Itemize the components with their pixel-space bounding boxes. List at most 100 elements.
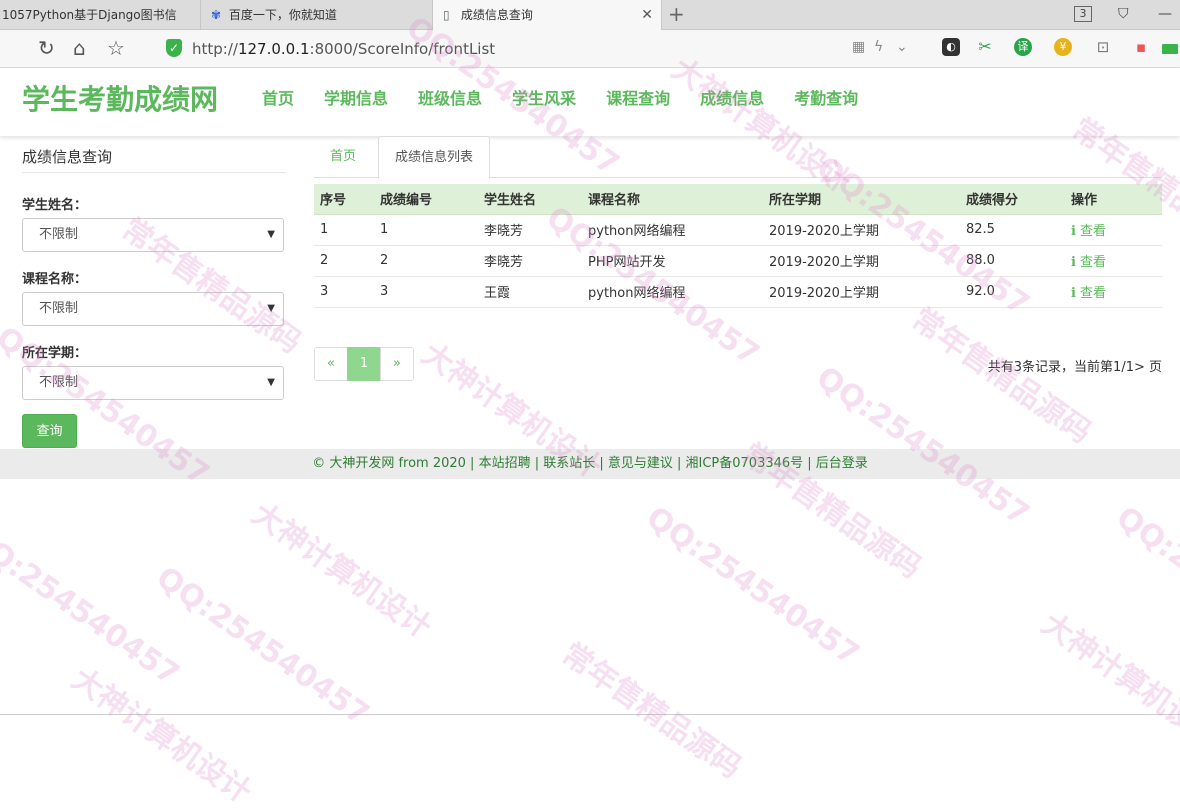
bookmark-star-icon[interactable]: ☆ bbox=[107, 37, 125, 59]
browser-tab-bar: 1057Python基于Django图书信 ✾ 百度一下，你就知道 ▯ 成绩信息… bbox=[0, 0, 1180, 30]
security-shield-icon[interactable]: ✓ bbox=[166, 39, 182, 57]
view-link-label: 查看 bbox=[1079, 224, 1106, 239]
student-name-label: 学生姓名： bbox=[22, 198, 88, 213]
cell-score: 92.0 bbox=[960, 276, 1065, 308]
site-brand[interactable]: 学生考勤成绩网 bbox=[22, 82, 218, 118]
nav-courses[interactable]: 课程查询 bbox=[606, 88, 670, 110]
watermark-text: 常年售精品源码 bbox=[555, 636, 748, 786]
info-icon: i bbox=[1071, 255, 1076, 270]
minimize-icon[interactable]: — bbox=[1158, 6, 1172, 22]
nav-terms[interactable]: 学期信息 bbox=[324, 88, 388, 110]
browser-address-bar: ↻ ⌂ ☆ ✓ http://127.0.0.1:8000/ScoreInfo/… bbox=[0, 30, 1180, 68]
nav-home[interactable]: 首页 bbox=[262, 88, 294, 110]
score-table: 序号 成绩编号 学生姓名 课程名称 所在学期 成绩得分 操作 1 1 李晓芳 p… bbox=[314, 184, 1162, 308]
cell-no: 3 bbox=[314, 276, 374, 308]
translate-icon[interactable]: 译 bbox=[1014, 38, 1032, 56]
reload-icon[interactable]: ↻ bbox=[38, 37, 55, 59]
caret-down-icon: ▼ bbox=[267, 229, 275, 240]
nav-classes[interactable]: 班级信息 bbox=[418, 88, 482, 110]
nav-attendance[interactable]: 考勤查询 bbox=[794, 88, 858, 110]
nav-students[interactable]: 学生风采 bbox=[512, 88, 576, 110]
col-header-id: 成绩编号 bbox=[374, 184, 478, 215]
nav-scores[interactable]: 成绩信息 bbox=[700, 88, 764, 110]
lightning-icon[interactable]: ϟ bbox=[874, 39, 883, 55]
site-footer: © 大神开发网 from 2020 | 本站招聘 | 联系站长 | 意见与建议 … bbox=[0, 449, 1180, 479]
browser-tab-1[interactable]: 1057Python基于Django图书信 bbox=[0, 0, 198, 30]
table-row: 2 2 李晓芳 PHP网站开发 2019-2020上学期 88.0 i 查看 bbox=[314, 245, 1162, 277]
cell-term: 2019-2020上学期 bbox=[763, 245, 960, 277]
watermark-text: QQ:254540457 bbox=[639, 500, 866, 673]
cell-course: python网络编程 bbox=[582, 214, 763, 246]
chevron-down-icon[interactable]: ⌄ bbox=[896, 39, 908, 55]
watermark-text: QQ:254540457 bbox=[1109, 500, 1180, 673]
cell-course: python网络编程 bbox=[582, 276, 763, 308]
course-name-select[interactable]: 不限制 ▼ bbox=[22, 292, 284, 326]
home-icon[interactable]: ⌂ bbox=[73, 37, 86, 59]
table-row: 1 1 李晓芳 python网络编程 2019-2020上学期 82.5 i 查看 bbox=[314, 214, 1162, 246]
view-link-label: 查看 bbox=[1079, 255, 1106, 270]
content-tabs: 首页 成绩信息列表 bbox=[314, 136, 1162, 179]
tab-home[interactable]: 首页 bbox=[314, 136, 372, 178]
cell-no: 1 bbox=[314, 214, 374, 246]
watermark-text: 大神计算机设计 bbox=[65, 661, 258, 811]
cell-id: 3 bbox=[374, 276, 478, 308]
term-label: 所在学期： bbox=[22, 346, 88, 361]
cell-student: 李晓芳 bbox=[478, 214, 582, 246]
cell-score: 82.5 bbox=[960, 214, 1065, 246]
col-header-course: 课程名称 bbox=[582, 184, 763, 215]
student-name-select[interactable]: 不限制 ▼ bbox=[22, 218, 284, 252]
cell-student: 李晓芳 bbox=[478, 245, 582, 277]
col-header-score: 成绩得分 bbox=[960, 184, 1065, 215]
browser-tab-1-title: 1057Python基于Django图书信 bbox=[2, 8, 177, 22]
cell-term: 2019-2020上学期 bbox=[763, 276, 960, 308]
browser-tab-3-active[interactable]: ▯ 成绩信息查询 ✕ bbox=[432, 0, 662, 30]
url-input[interactable]: http://127.0.0.1:8000/ScoreInfo/frontLis… bbox=[192, 40, 495, 58]
cell-no: 2 bbox=[314, 245, 374, 277]
cell-score: 88.0 bbox=[960, 245, 1065, 277]
cell-course: PHP网站开发 bbox=[582, 245, 763, 277]
extension-mask-icon[interactable]: ◐ bbox=[942, 38, 960, 56]
skin-icon[interactable]: ⛉ bbox=[1118, 6, 1129, 22]
site-header: 学生考勤成绩网 首页 学期信息 班级信息 学生风采 课程查询 成绩信息 考勤查询 bbox=[0, 68, 1180, 136]
cell-student: 王霞 bbox=[478, 276, 582, 308]
scissors-icon[interactable]: ✂ bbox=[976, 38, 994, 56]
caret-down-icon: ▼ bbox=[267, 303, 275, 314]
browser-tab-2-title: 百度一下，你就知道 bbox=[228, 8, 337, 22]
watermark-text: QQ:254540457 bbox=[0, 520, 186, 693]
record-count-info: 共有3条记录，当前第1/1> 页 bbox=[987, 360, 1162, 375]
term-select[interactable]: 不限制 ▼ bbox=[22, 366, 284, 400]
course-name-label: 课程名称： bbox=[22, 272, 88, 287]
query-button[interactable]: 查询 bbox=[22, 414, 77, 448]
close-tab-icon[interactable]: ✕ bbox=[641, 0, 653, 30]
col-header-no: 序号 bbox=[314, 184, 374, 215]
new-tab-button[interactable]: + bbox=[668, 3, 685, 25]
browser-tab-2[interactable]: ✾ 百度一下，你就知道 bbox=[200, 0, 430, 30]
qr-code-icon[interactable]: ▦ bbox=[852, 39, 865, 55]
image-icon[interactable]: ⊡ bbox=[1094, 38, 1112, 56]
page-icon: ▯ bbox=[443, 8, 450, 22]
view-link[interactable]: i 查看 bbox=[1065, 245, 1162, 277]
pager-prev-button[interactable]: « bbox=[314, 347, 348, 381]
yen-icon[interactable]: ¥ bbox=[1054, 38, 1072, 56]
pager-page-1[interactable]: 1 bbox=[347, 347, 381, 381]
baidu-paw-icon: ✾ bbox=[211, 8, 222, 22]
main-nav: 首页 学期信息 班级信息 学生风采 课程查询 成绩信息 考勤查询 bbox=[262, 88, 888, 110]
course-name-select-value: 不限制 bbox=[39, 301, 79, 316]
url-host: 127.0.0.1 bbox=[237, 40, 310, 58]
watermark-text: QQ:254540457 bbox=[809, 360, 1036, 533]
apps-grid-icon[interactable]: ▪ bbox=[1132, 38, 1150, 56]
browser-tab-3-title: 成绩信息查询 bbox=[460, 8, 533, 22]
divider bbox=[0, 714, 1180, 715]
info-icon: i bbox=[1071, 286, 1076, 301]
table-row: 3 3 王霞 python网络编程 2019-2020上学期 92.0 i 查看 bbox=[314, 276, 1162, 308]
tab-score-list[interactable]: 成绩信息列表 bbox=[378, 136, 491, 179]
student-name-select-value: 不限制 bbox=[39, 227, 79, 242]
footer-links[interactable]: © 大神开发网 from 2020 | 本站招聘 | 联系站长 | 意见与建议 … bbox=[312, 456, 868, 471]
pagination: « 1 » bbox=[314, 347, 414, 381]
col-header-action: 操作 bbox=[1065, 184, 1162, 215]
col-header-student: 学生姓名 bbox=[478, 184, 582, 215]
tab-count-badge[interactable]: 3 bbox=[1074, 6, 1092, 22]
view-link[interactable]: i 查看 bbox=[1065, 214, 1162, 246]
pager-next-button[interactable]: » bbox=[380, 347, 414, 381]
view-link[interactable]: i 查看 bbox=[1065, 276, 1162, 308]
